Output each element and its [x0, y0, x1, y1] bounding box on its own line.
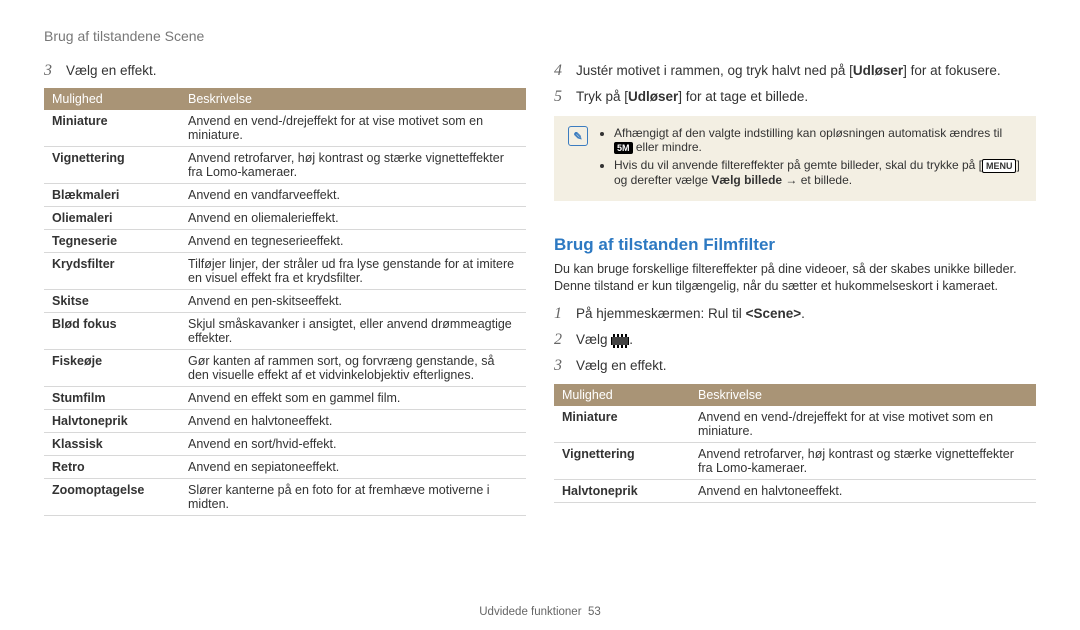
table-row: RetroAnvend en sepiatoneeffekt.	[44, 456, 526, 479]
table-row: KrydsfilterTilføjer linjer, der stråler …	[44, 253, 526, 290]
description-cell: Anvend en halvtoneeffekt.	[690, 479, 1036, 502]
table-row: VignetteringAnvend retrofarver, høj kont…	[44, 147, 526, 184]
info-icon: ✎	[568, 126, 588, 146]
step-number: 3	[44, 62, 66, 80]
description-cell: Anvend en vandfarveeffekt.	[180, 184, 526, 207]
description-cell: Gør kanten af rammen sort, og forvræng g…	[180, 350, 526, 387]
option-cell: Vignettering	[554, 442, 690, 479]
option-cell: Klassisk	[44, 433, 180, 456]
col-option: Mulighed	[554, 384, 690, 406]
film-icon	[611, 334, 629, 348]
description-cell: Tilføjer linjer, der stråler ud fra lyse…	[180, 253, 526, 290]
col-option: Mulighed	[44, 88, 180, 110]
description-cell: Anvend en halvtoneeffekt.	[180, 410, 526, 433]
table-row: FiskeøjeGør kanten af rammen sort, og fo…	[44, 350, 526, 387]
step-2: 2 Vælg .	[554, 331, 1036, 349]
option-cell: Blød fokus	[44, 313, 180, 350]
option-cell: Halvtoneprik	[44, 410, 180, 433]
description-cell: Anvend en oliemalerieffekt.	[180, 207, 526, 230]
resolution-icon: 5M	[614, 142, 633, 154]
effects-table: Mulighed Beskrivelse MiniatureAnvend en …	[44, 88, 526, 516]
description-cell: Anvend en effekt som en gammel film.	[180, 387, 526, 410]
description-cell: Anvend en sort/hvid-effekt.	[180, 433, 526, 456]
effects-table-film: Mulighed Beskrivelse MiniatureAnvend en …	[554, 384, 1036, 503]
note-item: Afhængigt af den valgte indstilling kan …	[614, 126, 1022, 154]
step-text: Vælg en effekt.	[66, 62, 526, 80]
step-text: Justér motivet i rammen, og tryk halvt n…	[576, 62, 1036, 80]
option-cell: Oliemaleri	[44, 207, 180, 230]
option-cell: Zoomoptagelse	[44, 479, 180, 516]
table-row: BlækmaleriAnvend en vandfarveeffekt.	[44, 184, 526, 207]
table-row: Blød fokusSkjul småskavanker i ansigtet,…	[44, 313, 526, 350]
description-cell: Anvend en pen-skitseeffekt.	[180, 290, 526, 313]
page-footer: Udvidede funktioner 53	[0, 606, 1080, 618]
table-row: VignetteringAnvend retrofarver, høj kont…	[554, 442, 1036, 479]
step-text: Vælg en effekt.	[576, 357, 1036, 375]
option-cell: Stumfilm	[44, 387, 180, 410]
step-number: 4	[554, 62, 576, 80]
option-cell: Fiskeøje	[44, 350, 180, 387]
option-cell: Skitse	[44, 290, 180, 313]
note-item: Hvis du vil anvende filtereffekter på ge…	[614, 158, 1022, 187]
note-box: ✎ Afhængigt af den valgte indstilling ka…	[554, 116, 1036, 201]
option-cell: Halvtoneprik	[554, 479, 690, 502]
description-cell: Anvend en sepiatoneeffekt.	[180, 456, 526, 479]
col-description: Beskrivelse	[690, 384, 1036, 406]
step-text: Tryk på [Udløser] for at tage et billede…	[576, 88, 1036, 106]
menu-icon: MENU	[982, 159, 1017, 173]
step-number: 5	[554, 88, 576, 106]
page-heading: Brug af tilstandene Scene	[44, 28, 526, 44]
step-3: 3 Vælg en effekt.	[44, 62, 526, 80]
description-cell: Anvend retrofarver, høj kontrast og stær…	[180, 147, 526, 184]
description-cell: Anvend en tegneserieeffekt.	[180, 230, 526, 253]
step-3b: 3 Vælg en effekt.	[554, 357, 1036, 375]
table-row: SkitseAnvend en pen-skitseeffekt.	[44, 290, 526, 313]
table-row: HalvtoneprikAnvend en halvtoneeffekt.	[44, 410, 526, 433]
step-5: 5 Tryk på [Udløser] for at tage et bille…	[554, 88, 1036, 106]
step-text: Vælg .	[576, 331, 1036, 349]
option-cell: Tegneserie	[44, 230, 180, 253]
table-row: ZoomoptagelseSlører kanterne på en foto …	[44, 479, 526, 516]
description-cell: Anvend en vend-/drejeffekt for at vise m…	[690, 406, 1036, 443]
col-description: Beskrivelse	[180, 88, 526, 110]
description-cell: Slører kanterne på en foto for at fremhæ…	[180, 479, 526, 516]
table-row: OliemaleriAnvend en oliemalerieffekt.	[44, 207, 526, 230]
description-cell: Anvend en vend-/drejeffekt for at vise m…	[180, 110, 526, 147]
filmfilter-heading: Brug af tilstanden Filmfilter	[554, 235, 1036, 255]
step-text: På hjemmeskærmen: Rul til <Scene>.	[576, 305, 1036, 323]
table-row: KlassiskAnvend en sort/hvid-effekt.	[44, 433, 526, 456]
option-cell: Miniature	[44, 110, 180, 147]
description-cell: Skjul småskavanker i ansigtet, eller anv…	[180, 313, 526, 350]
table-row: MiniatureAnvend en vend-/drejeffekt for …	[554, 406, 1036, 443]
step-number: 2	[554, 331, 576, 349]
table-row: HalvtoneprikAnvend en halvtoneeffekt.	[554, 479, 1036, 502]
option-cell: Miniature	[554, 406, 690, 443]
table-row: TegneserieAnvend en tegneserieeffekt.	[44, 230, 526, 253]
description-cell: Anvend retrofarver, høj kontrast og stær…	[690, 442, 1036, 479]
intro-paragraph: Du kan bruge forskellige filtereffekter …	[554, 261, 1036, 295]
option-cell: Krydsfilter	[44, 253, 180, 290]
step-1: 1 På hjemmeskærmen: Rul til <Scene>.	[554, 305, 1036, 323]
step-number: 1	[554, 305, 576, 323]
step-number: 3	[554, 357, 576, 375]
option-cell: Vignettering	[44, 147, 180, 184]
table-row: StumfilmAnvend en effekt som en gammel f…	[44, 387, 526, 410]
table-row: MiniatureAnvend en vend-/drejeffekt for …	[44, 110, 526, 147]
step-4: 4 Justér motivet i rammen, og tryk halvt…	[554, 62, 1036, 80]
option-cell: Blækmaleri	[44, 184, 180, 207]
option-cell: Retro	[44, 456, 180, 479]
